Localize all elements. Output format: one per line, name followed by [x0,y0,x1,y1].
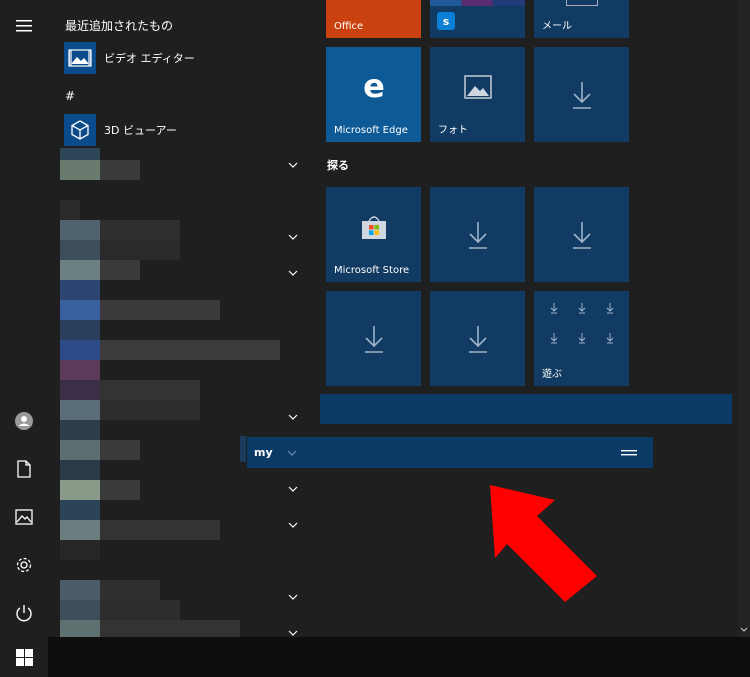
video-editor-icon [64,42,96,74]
chevron-down-icon[interactable] [288,484,298,494]
tile-download-placeholder[interactable] [430,187,525,282]
tile-label: フォト [438,125,468,136]
app-item-video-editor[interactable]: ビデオ エディター [64,40,195,76]
new-group-drop-zone[interactable] [320,394,732,424]
store-icon [326,187,421,266]
group-name-field[interactable]: my [247,437,653,468]
svg-text:e: e [363,72,385,102]
windows-logo-icon [15,648,33,666]
tiles-scrollbar[interactable] [738,0,750,637]
tile-microsoft-edge[interactable]: e Microsoft Edge [326,47,421,142]
account-button[interactable] [0,401,48,441]
document-icon [17,460,31,478]
tile-microsoft-store[interactable]: Microsoft Store [326,187,421,282]
hash-header: # [65,89,76,103]
power-button[interactable] [0,593,48,633]
app-item-3d-viewer[interactable]: 3D ビューアー [64,112,177,148]
chevron-down-icon[interactable] [288,268,298,278]
tile-label: 遊ぶ [542,369,562,380]
tile-download-placeholder[interactable] [534,187,629,282]
gear-icon [16,557,32,573]
recent-header: 最近追加されたもの [65,19,174,33]
documents-button[interactable] [0,449,48,489]
tile-label: メール [542,21,572,32]
tile-photos[interactable]: フォト [430,47,525,142]
tile-download-placeholder[interactable] [430,291,525,386]
chevron-down-icon[interactable] [288,592,298,602]
app-list: 最近追加されたもの ビデオ エディター # 3D ビューアー [48,0,306,637]
cube-3d-icon [64,114,96,146]
tile-play-folder[interactable]: 遊ぶ [534,291,629,386]
tile-mail[interactable]: メール [534,0,629,38]
download-icon [430,187,525,282]
drag-indicator [240,436,246,462]
app-label: ビデオ エディター [104,52,195,65]
tile-office-group[interactable]: s [430,0,525,38]
drag-handle-icon[interactable] [621,449,637,457]
tile-label: Office [334,21,364,32]
group-header-explore[interactable]: 探る [327,157,349,173]
chevron-down-icon[interactable] [287,449,297,457]
download-icon [534,187,629,282]
chevron-down-icon[interactable] [288,520,298,530]
user-avatar-icon [15,412,33,430]
tile-label: Microsoft Store [334,265,410,276]
hamburger-menu-button[interactable] [0,6,48,46]
chevron-down-icon[interactable] [288,628,298,638]
skype-icon: s [437,12,455,30]
tile-download-placeholder[interactable] [534,47,629,142]
edge-icon: e [326,47,421,126]
pictures-button[interactable] [0,497,48,537]
menu-icon [16,20,32,32]
download-icon [430,291,525,386]
picture-icon [15,509,33,525]
tile-office[interactable]: Office [326,0,421,38]
download-icon [326,291,421,386]
app-label: 3D ビューアー [104,124,177,137]
chevron-down-icon[interactable] [288,232,298,242]
chevron-down-icon[interactable] [288,160,298,170]
tile-download-placeholder[interactable] [326,291,421,386]
photos-icon [430,47,525,126]
download-icon [534,47,629,142]
scroll-down-icon[interactable] [740,626,748,634]
start-button[interactable] [0,637,48,677]
group-name-value[interactable]: my [254,446,273,459]
start-left-rail [0,0,48,637]
tile-label: Microsoft Edge [334,125,408,136]
power-icon [16,605,32,622]
settings-button[interactable] [0,545,48,585]
red-annotation-arrow [490,485,597,602]
chevron-down-icon[interactable] [288,412,298,422]
taskbar [48,637,750,677]
